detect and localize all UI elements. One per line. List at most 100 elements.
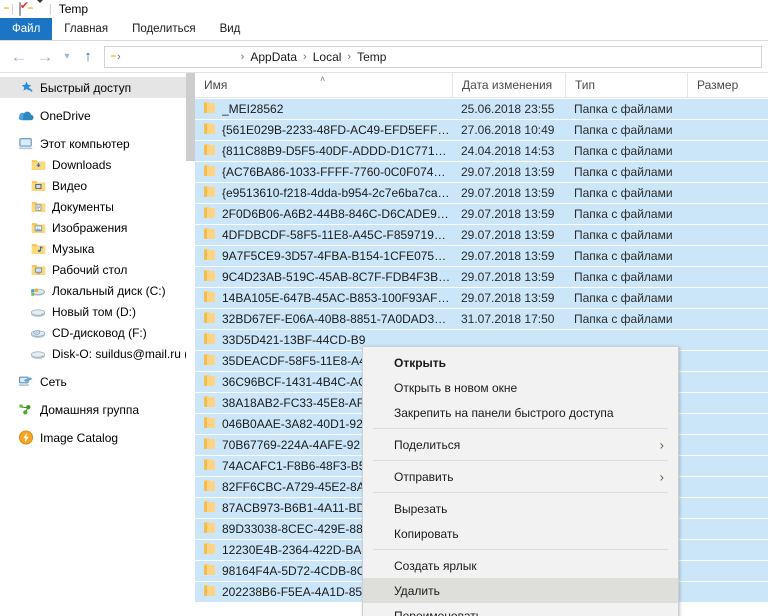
context-menu-item-7[interactable]: Создать ярлык (363, 553, 678, 578)
context-menu-item-6[interactable]: Копировать (363, 521, 678, 546)
chevron-down-icon[interactable] (35, 0, 44, 15)
sidebar-item-5[interactable]: Документы (0, 196, 186, 217)
this-pc-icon (18, 136, 34, 152)
sidebar-item-4[interactable]: Видео (0, 175, 186, 196)
table-row[interactable]: _MEI28562 25.06.2018 23:55 Папка с файлами (195, 98, 768, 119)
sidebar-item-2[interactable]: Этот компьютер (0, 133, 186, 154)
file-name-label: 89D33038-8CEC-429E-88 (222, 522, 363, 536)
context-menu-item-label: Открыть (394, 355, 447, 370)
file-date-cell: 29.07.2018 13:59 (461, 291, 555, 305)
context-menu-item-1[interactable]: Открыть в новом окне (363, 375, 678, 400)
context-menu-item-4[interactable]: Отправить › (363, 464, 678, 489)
tab-home[interactable]: Главная (52, 18, 120, 40)
tab-file[interactable]: Файл (0, 18, 53, 40)
folder-icon (204, 291, 215, 305)
context-menu-item-9[interactable]: Переименовать (363, 603, 678, 616)
breadcrumb-local[interactable]: Local (309, 50, 346, 64)
file-name-label: 98164F4A-5D72-4CDB-8C (222, 564, 366, 578)
context-menu-separator (373, 460, 668, 461)
file-type-cell: Папка с файлами (574, 207, 673, 221)
sidebar-item-15[interactable]: Image Catalog (0, 427, 186, 448)
context-menu-item-label: Открыть в новом окне (394, 380, 518, 395)
table-row[interactable]: {AC76BA86-1033-FFFF-7760-0C0F074E41… 29.0… (195, 161, 768, 182)
homegroup-icon (18, 402, 34, 418)
file-type-cell: Папка с файлами (574, 186, 673, 200)
folder-icon (204, 333, 215, 347)
folder-icon (204, 564, 215, 578)
file-name-label: 2F0D6B06-A6B2-44B8-846C-D6CADE986… (222, 207, 452, 221)
file-name-label: 9A7F5CE9-3D57-4FBA-B154-1CFE075CD… (222, 249, 452, 263)
file-name-label: 36C96BCF-1431-4B4C-AC (222, 375, 367, 389)
context-menu-item-5[interactable]: Вырезать (363, 496, 678, 521)
file-name-cell: {AC76BA86-1033-FFFF-7760-0C0F074E41… (195, 165, 452, 179)
breadcrumb-appdata[interactable]: AppData (246, 50, 301, 64)
file-name-label: 38A18AB2-FC33-45E8-AF (222, 396, 365, 410)
file-type-cell: Папка с файлами (574, 102, 673, 116)
sidebar-item-0[interactable]: Быстрый доступ (0, 77, 186, 98)
column-header-type[interactable]: Тип (565, 73, 687, 98)
context-menu-item-label: Копировать (394, 526, 459, 541)
context-menu-item-label: Поделиться (394, 437, 461, 452)
navigation-pane-scrollbar[interactable] (186, 73, 195, 613)
breadcrumb-separator: › (303, 50, 307, 63)
sidebar-item-14[interactable]: Домашняя группа (0, 399, 186, 420)
sidebar-item-11[interactable]: CD-дисковод (F:) (0, 322, 186, 343)
table-row[interactable]: 9C4D23AB-519C-45AB-8C7F-FDB4F3B69… 29.07.… (195, 266, 768, 287)
breadcrumb-separator: › (347, 50, 352, 63)
folder-icon (204, 144, 215, 158)
context-menu-item-2[interactable]: Закрепить на панели быстрого доступа (363, 400, 678, 425)
context-menu-item-0[interactable]: Открыть (363, 350, 678, 375)
scrollbar-thumb[interactable] (186, 73, 195, 161)
file-date-cell: 29.07.2018 13:59 (461, 207, 555, 221)
arrow-up-icon[interactable]: ↑ (76, 45, 100, 69)
file-name-label: 32BD67EF-E06A-40B8-8851-7A0DAD338… (222, 312, 452, 326)
table-row[interactable]: {811C88B9-D5F5-40DF-ADDD-D1C7717… 24.04.2… (195, 140, 768, 161)
arrow-left-icon[interactable]: ← (6, 45, 32, 69)
file-date-cell: 31.07.2018 17:50 (461, 312, 555, 326)
table-row[interactable]: 9A7F5CE9-3D57-4FBA-B154-1CFE075CD… 29.07.… (195, 245, 768, 266)
file-type-cell: Папка с файлами (574, 228, 673, 242)
context-menu-item-8[interactable]: Удалить (363, 578, 678, 603)
column-header-date[interactable]: Дата изменения (452, 73, 565, 98)
music-folder-icon (30, 241, 46, 257)
table-row[interactable]: 2F0D6B06-A6B2-44B8-846C-D6CADE986… 29.07.… (195, 203, 768, 224)
sidebar-item-7[interactable]: Музыка (0, 238, 186, 259)
address-bar[interactable]: › › AppData › Local › Temp (104, 45, 762, 68)
sidebar-item-6[interactable]: Изображения (0, 217, 186, 238)
tab-share[interactable]: Поделиться (120, 18, 208, 40)
sidebar-item-label: OneDrive (40, 108, 91, 123)
table-row[interactable]: 14BA105E-647B-45AC-B853-100F93AF09… 29.07… (195, 287, 768, 308)
file-date-cell: 29.07.2018 13:59 (461, 165, 555, 179)
sidebar-item-label: Документы (52, 199, 114, 214)
folder-icon (204, 186, 215, 200)
ribbon-tab-bar: Файл Главная Поделиться Вид (0, 18, 768, 40)
column-header-size[interactable]: Размер (687, 73, 767, 98)
breadcrumb-temp[interactable]: Temp (353, 50, 390, 64)
checkbox-checked-icon[interactable] (18, 2, 21, 16)
column-header-name[interactable]: Имя ˄ (195, 73, 452, 98)
file-name-label: 046B0AAE-3A82-40D1-92 (222, 417, 363, 431)
context-menu-item-3[interactable]: Поделиться › (363, 432, 678, 457)
table-row[interactable]: 4DFDBCDF-58F5-11E8-A45C-F859719B0… 29.07.… (195, 224, 768, 245)
sidebar-item-1[interactable]: OneDrive (0, 105, 186, 126)
sidebar-item-10[interactable]: Новый том (D:) (0, 301, 186, 322)
sidebar-item-9[interactable]: Локальный диск (C:) (0, 280, 186, 301)
folder-icon (204, 354, 215, 368)
table-row[interactable]: {e9513610-f218-4dda-b954-2c7e6ba7ca… 29.0… (195, 182, 768, 203)
sidebar-item-13[interactable]: Сеть (0, 371, 186, 392)
sidebar-item-8[interactable]: Рабочий стол (0, 259, 186, 280)
arrow-right-icon[interactable]: → (32, 45, 58, 69)
titlebar-separator-2: | (48, 3, 52, 15)
context-menu-item-label: Закрепить на панели быстрого доступа (394, 405, 614, 420)
table-row[interactable]: {561E029B-2233-48FD-AC49-EFD5EFF5F… 27.06… (195, 119, 768, 140)
chevron-down-icon[interactable]: ▾ (58, 45, 76, 69)
sidebar-item-12[interactable]: Disk-O: suildus@mail.ru (O: (0, 343, 186, 364)
tab-view[interactable]: Вид (208, 18, 253, 40)
file-name-cell: 14BA105E-647B-45AC-B853-100F93AF09… (195, 291, 452, 305)
sidebar-item-3[interactable]: Downloads (0, 154, 186, 175)
navigation-bar: ← → ▾ ↑ › › AppData › Local › Temp (0, 41, 768, 72)
folder-icon (204, 438, 215, 452)
sidebar-item-label: Сеть (40, 374, 67, 389)
table-row[interactable]: 32BD67EF-E06A-40B8-8851-7A0DAD338… 31.07.… (195, 308, 768, 329)
sort-ascending-icon: ˄ (320, 73, 326, 84)
